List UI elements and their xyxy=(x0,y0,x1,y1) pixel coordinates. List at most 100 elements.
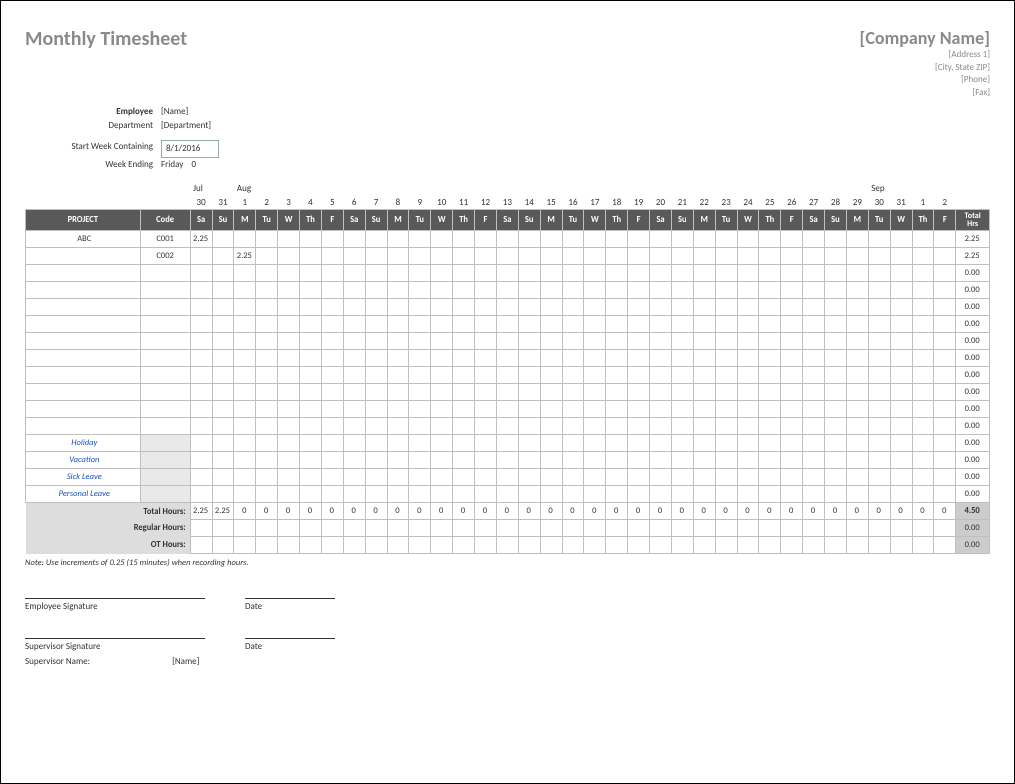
hours-cell[interactable] xyxy=(737,299,759,316)
hours-cell[interactable] xyxy=(715,248,737,265)
hours-cell[interactable] xyxy=(518,469,540,486)
hours-cell[interactable] xyxy=(540,435,562,452)
hours-cell[interactable] xyxy=(496,486,518,503)
hours-cell[interactable] xyxy=(409,231,431,248)
reg-hours-cell[interactable] xyxy=(715,520,737,537)
hours-cell[interactable] xyxy=(562,418,584,435)
hours-cell[interactable] xyxy=(540,486,562,503)
hours-cell[interactable] xyxy=(584,333,606,350)
hours-cell[interactable] xyxy=(562,469,584,486)
hours-cell[interactable] xyxy=(671,350,693,367)
hours-cell[interactable] xyxy=(693,333,715,350)
hours-cell[interactable] xyxy=(278,248,300,265)
hours-cell[interactable] xyxy=(650,333,672,350)
hours-cell[interactable] xyxy=(256,265,278,282)
hours-cell[interactable] xyxy=(846,486,868,503)
hours-cell[interactable] xyxy=(912,486,934,503)
ot-hours-cell[interactable] xyxy=(846,537,868,554)
hours-cell[interactable] xyxy=(431,333,453,350)
hours-cell[interactable] xyxy=(890,350,912,367)
hours-cell[interactable] xyxy=(650,231,672,248)
hours-cell[interactable] xyxy=(300,248,322,265)
hours-cell[interactable] xyxy=(934,486,956,503)
hours-cell[interactable] xyxy=(781,316,803,333)
hours-cell[interactable] xyxy=(628,248,650,265)
hours-cell[interactable] xyxy=(321,299,343,316)
hours-cell[interactable] xyxy=(693,299,715,316)
hours-cell[interactable] xyxy=(431,486,453,503)
hours-cell[interactable] xyxy=(737,231,759,248)
ot-hours-cell[interactable] xyxy=(300,537,322,554)
reg-hours-cell[interactable] xyxy=(650,520,672,537)
hours-cell[interactable] xyxy=(934,469,956,486)
hours-cell[interactable] xyxy=(234,384,256,401)
hours-cell[interactable] xyxy=(518,435,540,452)
reg-hours-cell[interactable] xyxy=(212,520,234,537)
hours-cell[interactable] xyxy=(846,469,868,486)
hours-cell[interactable] xyxy=(868,367,890,384)
hours-cell[interactable] xyxy=(321,435,343,452)
hours-cell[interactable] xyxy=(584,350,606,367)
hours-cell[interactable] xyxy=(518,333,540,350)
hours-cell[interactable] xyxy=(453,350,475,367)
hours-cell[interactable] xyxy=(212,350,234,367)
hours-cell[interactable] xyxy=(256,248,278,265)
reg-hours-cell[interactable] xyxy=(759,520,781,537)
hours-cell[interactable] xyxy=(343,350,365,367)
hours-cell[interactable] xyxy=(234,231,256,248)
hours-cell[interactable] xyxy=(562,265,584,282)
hours-cell[interactable] xyxy=(190,299,212,316)
hours-cell[interactable] xyxy=(890,367,912,384)
hours-cell[interactable] xyxy=(781,299,803,316)
ot-hours-cell[interactable] xyxy=(868,537,890,554)
hours-cell[interactable] xyxy=(562,248,584,265)
hours-cell[interactable] xyxy=(912,418,934,435)
hours-cell[interactable] xyxy=(431,452,453,469)
hours-cell[interactable] xyxy=(212,435,234,452)
hours-cell[interactable] xyxy=(650,452,672,469)
hours-cell[interactable] xyxy=(212,452,234,469)
hours-cell[interactable] xyxy=(475,401,497,418)
hours-cell[interactable] xyxy=(387,435,409,452)
hours-cell[interactable] xyxy=(256,452,278,469)
hours-cell[interactable] xyxy=(562,452,584,469)
hours-cell[interactable] xyxy=(781,435,803,452)
hours-cell[interactable] xyxy=(781,231,803,248)
hours-cell[interactable] xyxy=(496,452,518,469)
hours-cell[interactable] xyxy=(190,350,212,367)
hours-cell[interactable] xyxy=(737,333,759,350)
ot-hours-cell[interactable] xyxy=(759,537,781,554)
hours-cell[interactable] xyxy=(562,231,584,248)
hours-cell[interactable] xyxy=(650,418,672,435)
hours-cell[interactable] xyxy=(540,401,562,418)
hours-cell[interactable] xyxy=(693,401,715,418)
hours-cell[interactable] xyxy=(321,401,343,418)
hours-cell[interactable] xyxy=(671,401,693,418)
hours-cell[interactable] xyxy=(518,265,540,282)
hours-cell[interactable] xyxy=(190,316,212,333)
hours-cell[interactable] xyxy=(715,350,737,367)
hours-cell[interactable] xyxy=(540,350,562,367)
hours-cell[interactable] xyxy=(234,367,256,384)
hours-cell[interactable] xyxy=(671,333,693,350)
ot-hours-cell[interactable] xyxy=(737,537,759,554)
hours-cell[interactable] xyxy=(628,282,650,299)
hours-cell[interactable] xyxy=(300,401,322,418)
code-cell[interactable] xyxy=(140,316,190,333)
hours-cell[interactable] xyxy=(912,316,934,333)
hours-cell[interactable] xyxy=(256,469,278,486)
hours-cell[interactable] xyxy=(300,299,322,316)
hours-cell[interactable] xyxy=(628,452,650,469)
hours-cell[interactable] xyxy=(759,248,781,265)
hours-cell[interactable] xyxy=(278,231,300,248)
hours-cell[interactable] xyxy=(715,435,737,452)
hours-cell[interactable] xyxy=(387,265,409,282)
hours-cell[interactable] xyxy=(715,367,737,384)
hours-cell[interactable] xyxy=(278,299,300,316)
hours-cell[interactable] xyxy=(628,367,650,384)
hours-cell[interactable] xyxy=(584,401,606,418)
project-cell[interactable] xyxy=(26,401,141,418)
hours-cell[interactable] xyxy=(365,265,387,282)
ot-hours-cell[interactable] xyxy=(540,537,562,554)
hours-cell[interactable] xyxy=(846,367,868,384)
